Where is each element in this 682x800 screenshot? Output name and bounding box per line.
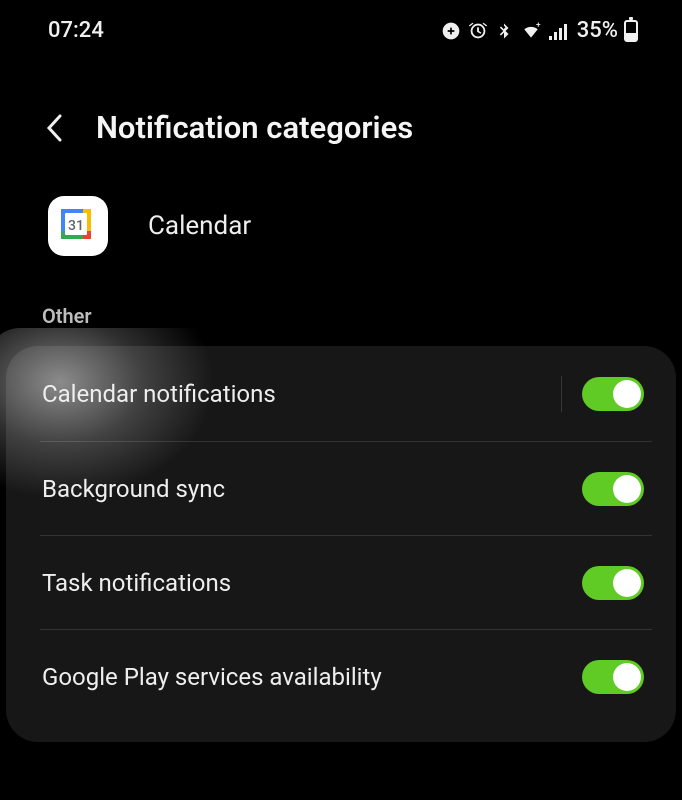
toggle-knob — [613, 569, 641, 597]
svg-text:31: 31 — [68, 218, 84, 234]
app-name: Calendar — [148, 211, 251, 241]
setting-label: Background sync — [42, 475, 225, 503]
toggle-google-play-availability[interactable] — [582, 660, 644, 694]
setting-google-play-availability[interactable]: Google Play services availability — [6, 630, 676, 724]
back-button[interactable] — [40, 114, 68, 142]
page-title: Notification categories — [96, 109, 413, 146]
toggle-calendar-notifications[interactable] — [582, 377, 644, 411]
wifi-icon: + — [519, 21, 543, 41]
divider — [561, 376, 562, 412]
settings-card: Calendar notifications Background sync T… — [6, 346, 676, 742]
toggle-knob — [613, 380, 641, 408]
alarm-icon — [467, 20, 489, 42]
setting-label: Google Play services availability — [42, 663, 382, 691]
svg-text:+: + — [536, 21, 541, 31]
toggle-task-notifications[interactable] — [582, 566, 644, 600]
status-time: 07:24 — [48, 18, 104, 43]
app-row[interactable]: 31 Calendar — [0, 166, 682, 286]
status-icons: + 35% — [441, 18, 638, 43]
data-saver-icon — [441, 21, 461, 41]
setting-label: Calendar notifications — [42, 380, 276, 408]
setting-label: Task notifications — [42, 569, 231, 597]
setting-background-sync[interactable]: Background sync — [6, 442, 676, 536]
setting-task-notifications[interactable]: Task notifications — [6, 536, 676, 630]
calendar-app-icon: 31 — [48, 196, 108, 256]
battery-icon — [624, 20, 638, 42]
toggle-knob — [613, 475, 641, 503]
bluetooth-icon — [495, 20, 513, 42]
toggle-background-sync[interactable] — [582, 472, 644, 506]
status-bar: 07:24 + 35% — [0, 0, 682, 61]
toggle-knob — [613, 663, 641, 691]
section-label: Other — [0, 286, 682, 340]
signal-icon — [549, 22, 569, 40]
setting-calendar-notifications[interactable]: Calendar notifications — [6, 346, 676, 442]
chevron-left-icon — [46, 114, 62, 142]
battery-percent: 35% — [577, 18, 618, 43]
header: Notification categories — [0, 61, 682, 166]
